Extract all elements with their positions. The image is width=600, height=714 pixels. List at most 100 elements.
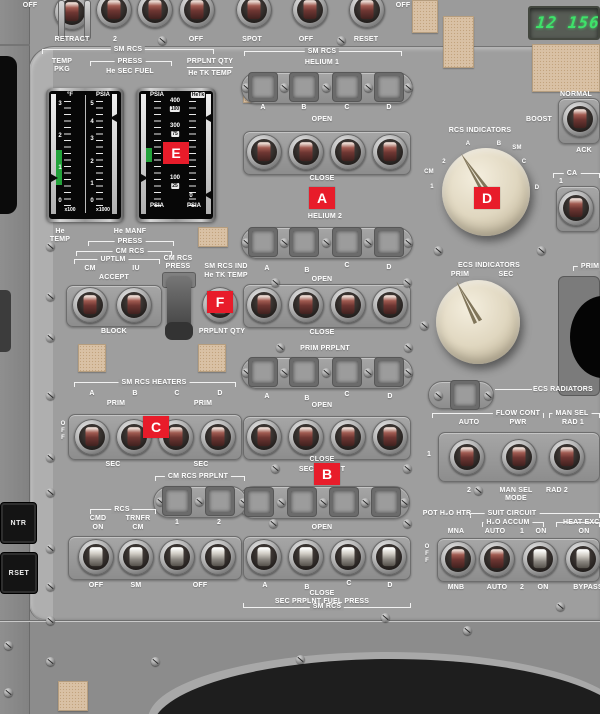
label-accept: ACCEPT [99,274,129,281]
toggle-switch[interactable] [288,134,324,170]
label-off-mid: OFF [188,36,204,43]
multiplier: x1000 [96,207,110,213]
toggle-switch[interactable] [288,539,324,575]
toggle-switch[interactable] [558,190,594,226]
scale-divider [85,95,86,213]
tick-num: 100 [169,175,181,181]
tick-num: 300 [169,123,181,129]
label-pot-h2o-htr: POT H₂O HTR [422,510,472,517]
timer-digits: 12 156 4 [535,13,600,32]
toggle-switch[interactable] [116,287,152,323]
tick-column [96,101,103,207]
talkback-indicator [249,228,277,256]
toggle-switch[interactable] [246,419,282,455]
tape-strip [112,94,117,214]
label-cm-rcs-prplnt-2: 2 [216,519,222,526]
label-cm-rcs-prplnt-1: 1 [174,519,180,526]
toggle-switch[interactable] [330,419,366,455]
toggle-switch[interactable] [562,101,598,137]
toggle-switch[interactable] [449,439,485,475]
toggle-switch[interactable] [118,539,154,575]
screw [296,655,305,664]
label-heaters-b: B [132,390,138,397]
toggle-switch[interactable] [371,539,407,575]
toggle-switch[interactable] [74,419,110,455]
label-heaters-a: A [89,390,95,397]
toggle-switch[interactable] [288,287,324,323]
label-rcs-off2: OFF [192,582,208,589]
toggle-switch[interactable] [330,287,366,323]
annotation-marker-d[interactable]: D [474,187,500,209]
screw [46,488,55,497]
screw [404,238,413,247]
toggle-switch[interactable] [137,0,173,28]
toggle-switch[interactable] [179,0,215,28]
screw [337,36,346,45]
label-uptlm-cm-rcs: CM RCS [112,248,148,256]
toggle-switch[interactable] [330,539,366,575]
annotation-marker-f[interactable]: F [207,291,233,313]
toggle-switch[interactable] [288,419,324,455]
screw [46,544,55,553]
toggle-switch[interactable] [522,541,558,577]
toggle-switch[interactable] [72,287,108,323]
rset-button-label: RSET [8,569,30,577]
toggle-switch[interactable] [246,539,282,575]
screw [364,238,373,247]
label-bypass: BYPASS [573,584,600,591]
label-mna: MNA [447,528,465,535]
label-man-sel: MAN SEL [552,410,592,418]
toggle-switch[interactable] [372,419,408,455]
label-rcs-cmd: CMD [89,515,107,522]
annotation-marker-b[interactable]: B [314,463,340,485]
toggle-switch[interactable] [78,539,114,575]
label-heaters-sec2: SEC [193,461,209,468]
boxed-num: 100 [169,106,181,112]
screw [151,657,160,666]
cm-rcs-press-handle-grip[interactable] [165,322,193,340]
toggle-switch[interactable] [200,539,236,575]
toggle-switch[interactable] [200,419,236,455]
screw [322,368,331,377]
label-boost: BOOST [526,116,552,123]
toggle-switch[interactable] [246,134,282,170]
screw [271,464,280,473]
ecs-indicators-knob[interactable] [436,280,520,364]
screw [46,657,55,666]
toggle-switch[interactable] [330,134,366,170]
toggle-switch[interactable] [349,0,385,28]
toggle-switch[interactable] [292,0,328,28]
label-ecs-ind-title: ECS INDICATORS [457,262,521,269]
toggle-switch[interactable] [246,287,282,323]
label-rcs-ind-a: A [465,141,471,147]
screw [361,498,370,507]
label-temp-pkg: TEMP PKG [51,58,73,73]
talkback-indicator [163,487,191,515]
toggle-switch[interactable] [159,539,195,575]
label-pot-on3: ON [537,584,549,591]
cm-rcs-press-handle[interactable] [167,276,191,328]
toggle-switch[interactable] [565,541,600,577]
annotation-marker-c[interactable]: C [143,416,169,438]
annotation-marker-e[interactable]: E [163,142,189,164]
screw [474,486,483,495]
toggle-switch[interactable] [479,541,515,577]
rset-button[interactable]: RSET [0,552,38,594]
toggle-switch[interactable] [372,287,408,323]
toggle-switch[interactable] [236,0,272,28]
toggle-switch[interactable] [549,439,585,475]
entr-button[interactable]: NTR [0,502,37,544]
label-helium1-b: B [301,104,307,111]
label-rad1: RAD 1 [561,419,585,426]
toggle-switch[interactable] [372,134,408,170]
talkback-indicator [249,73,277,101]
toggle-switch[interactable] [501,439,537,475]
toggle-switch[interactable] [440,541,476,577]
left-recess [0,290,11,352]
annotation-marker-a[interactable]: A [309,187,335,209]
talkback-indicator [375,358,403,386]
toggle-switch[interactable] [96,0,132,28]
tick-num: 2 [90,159,94,165]
label-rcs-ind-1: 1 [430,184,434,190]
tick-num: 5 [90,101,94,107]
